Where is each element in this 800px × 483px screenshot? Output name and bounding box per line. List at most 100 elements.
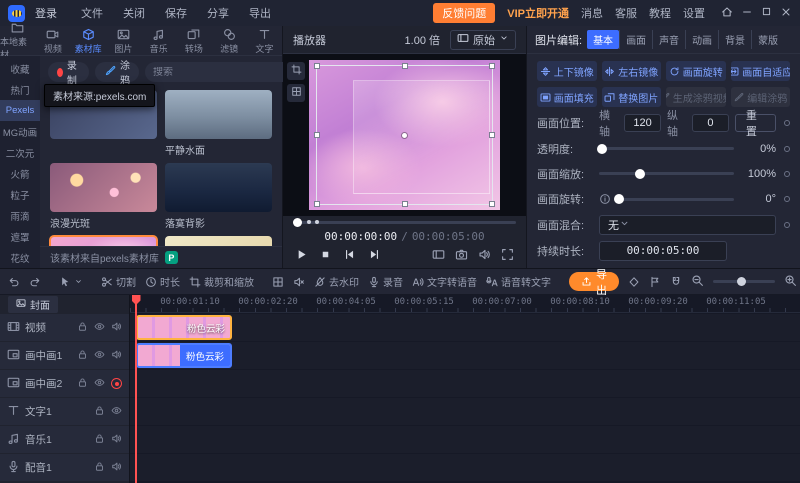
media-thumbnail[interactable]: [165, 163, 272, 212]
previous-frame-button[interactable]: [343, 248, 356, 264]
media-thumbnail[interactable]: [50, 163, 157, 212]
cover-button[interactable]: 封面: [8, 296, 58, 313]
preview-grid-button[interactable]: [287, 84, 305, 102]
editor-tab-声音[interactable]: 声音: [652, 30, 685, 49]
resize-handle[interactable]: [402, 63, 408, 69]
track-row-画中画2[interactable]: [130, 370, 800, 397]
editor-tab-画面[interactable]: 画面: [619, 30, 652, 49]
reset-button[interactable]: 重置: [735, 114, 776, 132]
category-火箭[interactable]: 火箭: [0, 163, 40, 184]
record-button[interactable]: 录制: [48, 62, 89, 82]
aspect-ratio-button[interactable]: [432, 248, 445, 264]
selection-box[interactable]: [316, 65, 493, 205]
timeline-clip[interactable]: 粉色云彩: [136, 343, 232, 368]
rotate-slider[interactable]: [617, 198, 734, 201]
category-二次元[interactable]: 二次元: [0, 142, 40, 163]
search-input[interactable]: [153, 67, 285, 78]
lock-icon[interactable]: [94, 405, 105, 419]
topbar-item-3[interactable]: 设置: [683, 5, 705, 21]
visibility-icon[interactable]: [94, 321, 105, 335]
category-遮罩[interactable]: 遮罩: [0, 226, 40, 247]
timeline-ruler[interactable]: 00:00:01:1000:00:02:2000:00:04:0500:00:0…: [130, 295, 800, 313]
blend-mode-select[interactable]: 无: [599, 215, 776, 235]
editor-tab-蒙版[interactable]: 蒙版: [751, 30, 784, 49]
mirror-button-0[interactable]: 上下镜像: [537, 61, 597, 81]
resize-handle[interactable]: [489, 201, 495, 207]
media-item[interactable]: 粉色云彩: [50, 236, 157, 246]
lock-icon[interactable]: [77, 377, 88, 391]
library-tab-音乐[interactable]: 音乐: [141, 26, 176, 55]
topbar-item-1[interactable]: 客服: [615, 5, 637, 21]
slider-thumb[interactable]: [597, 144, 607, 154]
maximize-button[interactable]: [761, 6, 772, 20]
duration-button[interactable]: 时长: [145, 274, 180, 289]
resize-handle[interactable]: [402, 201, 408, 207]
duration-input[interactable]: 00:00:05:00: [599, 241, 727, 261]
category-MG动画[interactable]: MG动画: [0, 121, 40, 142]
menu-item-0[interactable]: 文件: [81, 5, 103, 21]
next-frame-button[interactable]: [368, 248, 381, 264]
video-preview[interactable]: [283, 54, 526, 216]
library-tab-转场[interactable]: 转场: [176, 26, 211, 55]
mirror-button-3[interactable]: 画面自适应: [731, 61, 791, 81]
resize-handle[interactable]: [314, 201, 320, 207]
track-volume-icon[interactable]: [111, 349, 122, 363]
track-header-音乐1[interactable]: 音乐1: [0, 426, 129, 453]
mirror-button-2[interactable]: 画面旋转: [666, 61, 726, 81]
fill-button-0[interactable]: 画面填充: [537, 87, 597, 107]
keyframe-icon[interactable]: [628, 276, 640, 288]
fill-button-2[interactable]: 生成涂鸦视频: [666, 87, 726, 107]
editor-tab-背景[interactable]: 背景: [718, 30, 751, 49]
category-雨滴[interactable]: 雨滴: [0, 205, 40, 226]
track-row-配音1[interactable]: [130, 454, 800, 481]
pexels-badge[interactable]: P: [165, 251, 178, 264]
doodle-button[interactable]: 涂鸦: [95, 62, 139, 82]
zoom-thumb[interactable]: [737, 277, 746, 286]
library-tab-视频[interactable]: 视频: [35, 26, 70, 55]
visibility-icon[interactable]: [94, 377, 105, 391]
library-tab-滤镜[interactable]: 滤镜: [212, 26, 247, 55]
slider-thumb[interactable]: [614, 194, 624, 204]
resize-handle[interactable]: [489, 63, 495, 69]
opacity-slider[interactable]: [599, 147, 734, 150]
cursor-select-icon[interactable]: [59, 276, 83, 288]
topbar-item-0[interactable]: 消息: [581, 5, 603, 21]
y-position-input[interactable]: 0: [692, 114, 729, 132]
track-row-视频[interactable]: 粉色云彩: [130, 314, 800, 341]
resize-handle[interactable]: [314, 132, 320, 138]
lock-icon[interactable]: [77, 349, 88, 363]
menu-item-4[interactable]: 导出: [249, 5, 271, 21]
remove-watermark-button[interactable]: 去水印: [314, 274, 359, 289]
timeline-zoom-slider[interactable]: [713, 280, 775, 283]
scale-slider[interactable]: [599, 172, 734, 175]
mosaic-icon[interactable]: [272, 276, 284, 288]
topbar-item-2[interactable]: 教程: [649, 5, 671, 21]
menu-item-3[interactable]: 分享: [207, 5, 229, 21]
menu-item-1[interactable]: 关闭: [123, 5, 145, 21]
snap-icon[interactable]: [670, 276, 682, 288]
undo-icon[interactable]: [8, 276, 20, 288]
fill-button-1[interactable]: 替换图片: [602, 87, 662, 107]
keyframe-dot[interactable]: [784, 120, 790, 126]
track-header-画中画2[interactable]: 画中画2: [0, 370, 129, 397]
play-button[interactable]: [295, 248, 308, 264]
library-tab-文字[interactable]: 文字: [247, 26, 282, 55]
timeline-clip[interactable]: 粉色云彩: [136, 315, 232, 340]
home-button[interactable]: [721, 6, 733, 21]
slider-thumb[interactable]: [635, 169, 645, 179]
menu-item-2[interactable]: 保存: [165, 5, 187, 21]
record-audio-button[interactable]: 录音: [368, 274, 403, 289]
stop-button[interactable]: [320, 249, 331, 263]
category-花纹[interactable]: 花纹: [0, 247, 40, 268]
keyframe-dot[interactable]: [784, 171, 790, 177]
fullscreen-button[interactable]: [501, 248, 514, 264]
fill-button-3[interactable]: 编辑涂鸦: [731, 87, 791, 107]
record-indicator-icon[interactable]: [111, 378, 122, 389]
seek-bar[interactable]: [293, 221, 516, 224]
mirror-button-1[interactable]: 左右镜像: [602, 61, 662, 81]
media-thumbnail[interactable]: [165, 236, 272, 246]
track-volume-icon[interactable]: [111, 433, 122, 447]
editor-tab-基本[interactable]: 基本: [587, 30, 619, 49]
close-button[interactable]: [780, 6, 792, 21]
category-Pexels[interactable]: Pexels: [0, 100, 40, 121]
